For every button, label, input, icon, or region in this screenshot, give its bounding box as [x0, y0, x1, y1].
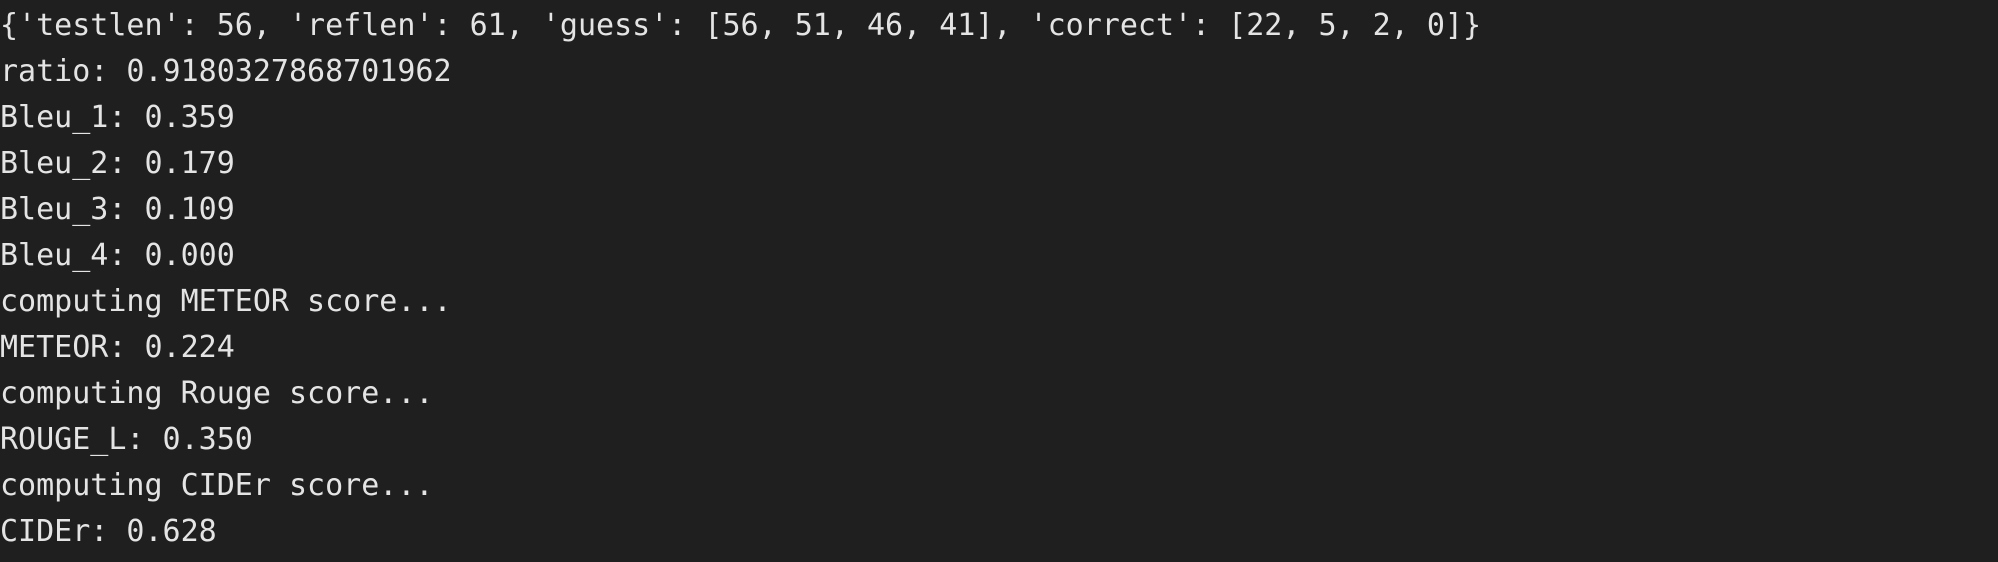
- output-line-bleu-1: Bleu_1: 0.359: [0, 100, 235, 135]
- output-line-bleu-3: Bleu_3: 0.109: [0, 192, 235, 227]
- output-line-stats-dict: {'testlen': 56, 'reflen': 61, 'guess': […: [0, 8, 1482, 43]
- output-line-rouge-l: ROUGE_L: 0.350: [0, 422, 253, 457]
- output-line-ratio: ratio: 0.9180327868701962: [0, 54, 452, 89]
- output-line-computing-cider: computing CIDEr score...: [0, 468, 434, 503]
- output-line-meteor: METEOR: 0.224: [0, 330, 235, 365]
- terminal-output[interactable]: {'testlen': 56, 'reflen': 61, 'guess': […: [0, 0, 1998, 562]
- output-line-cider: CIDEr: 0.628: [0, 514, 217, 549]
- output-line-computing-meteor: computing METEOR score...: [0, 284, 452, 319]
- output-line-computing-rouge: computing Rouge score...: [0, 376, 434, 411]
- output-line-bleu-2: Bleu_2: 0.179: [0, 146, 235, 181]
- output-line-bleu-4: Bleu_4: 0.000: [0, 238, 235, 273]
